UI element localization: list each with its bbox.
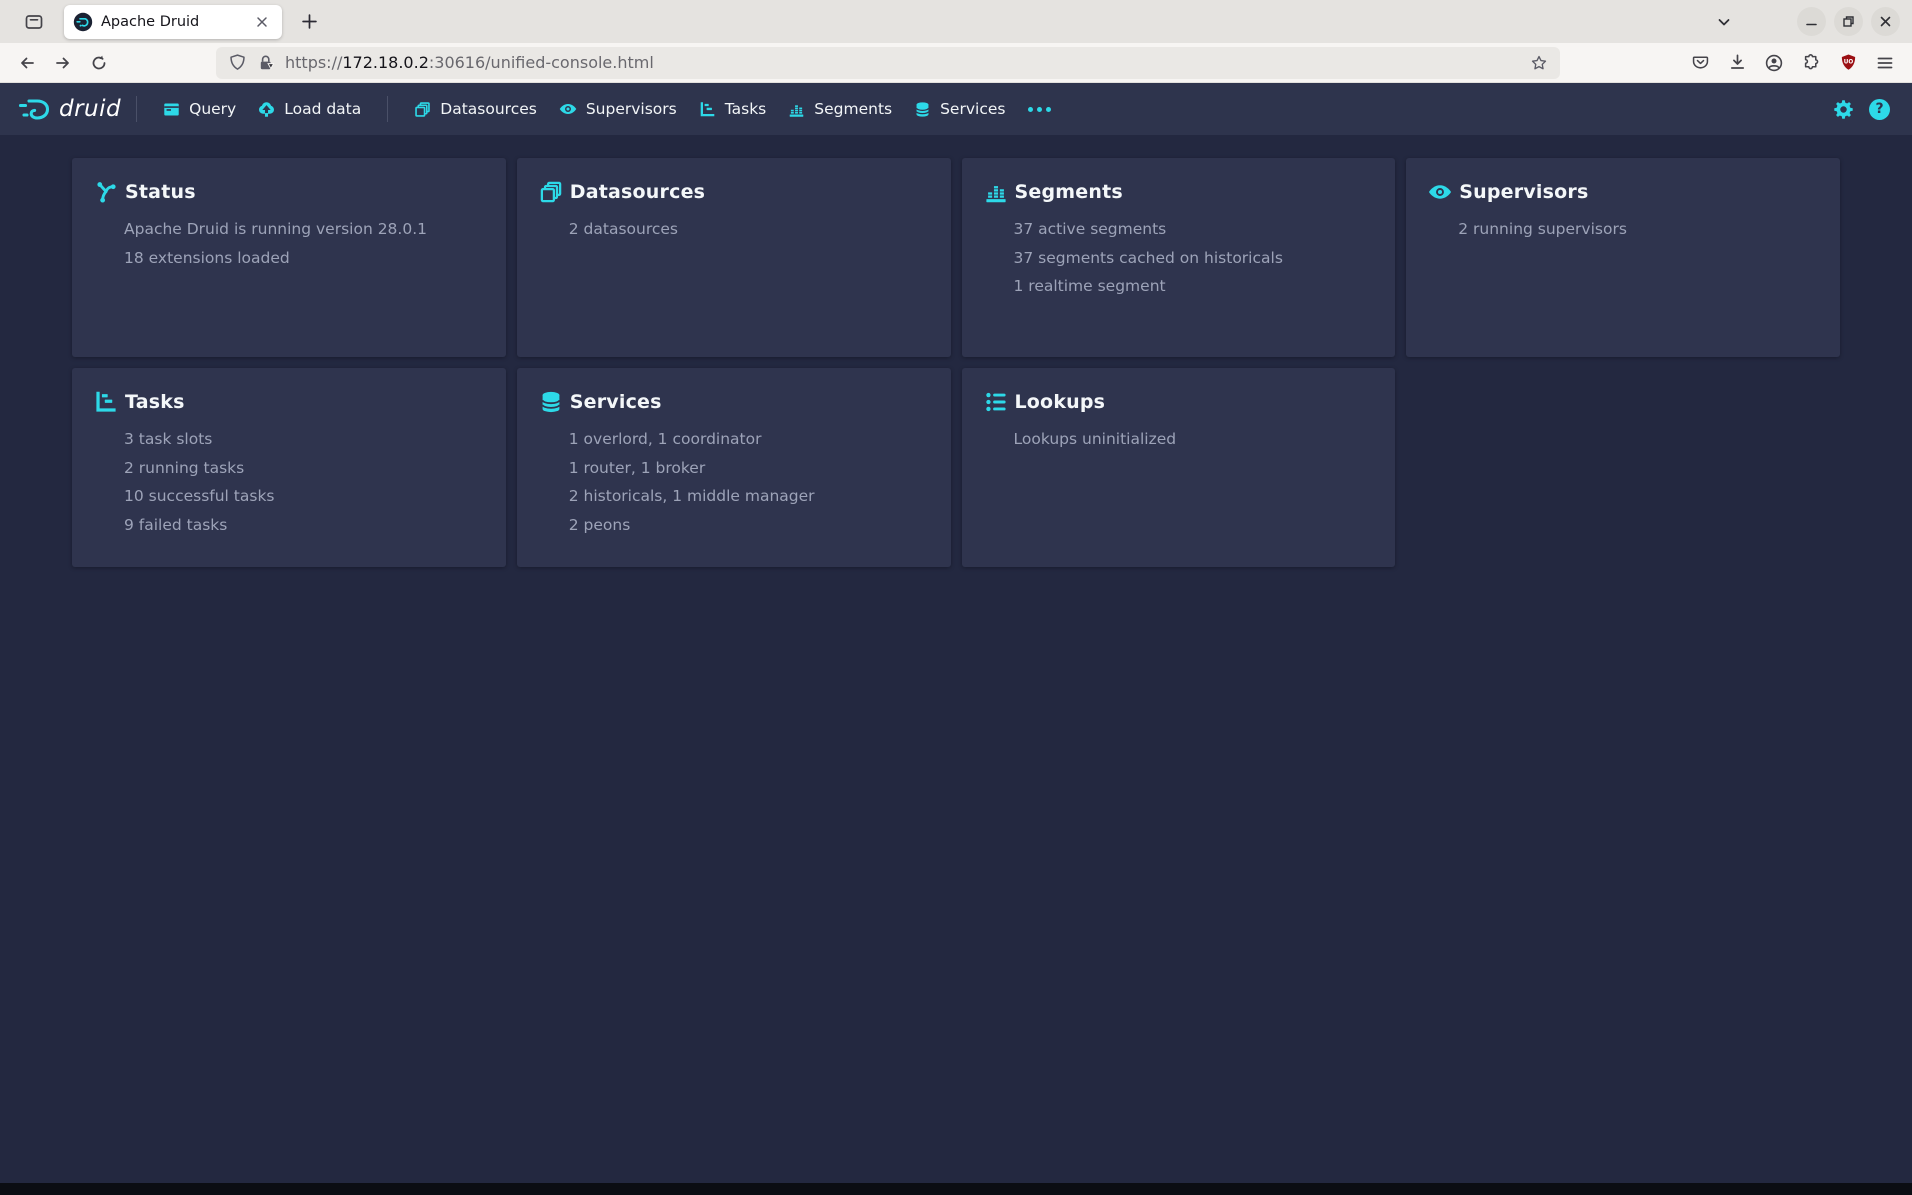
card-title: Lookups (1015, 391, 1106, 413)
nav-item-supervisors[interactable]: Supervisors (548, 83, 688, 135)
gantt-icon (94, 390, 118, 414)
tab-list-chevron-icon[interactable] (1711, 9, 1737, 35)
stacked-squares-icon (539, 180, 563, 204)
card-line: 1 router, 1 broker (539, 454, 937, 483)
url-text: https://172.18.0.2:30616/unified-console… (285, 53, 654, 72)
upload-icon (258, 101, 275, 118)
card-title: Datasources (570, 181, 705, 203)
navbar-divider (136, 96, 137, 122)
bookmark-star-icon[interactable] (1530, 54, 1548, 72)
forward-button[interactable] (48, 48, 78, 78)
nav-item-datasources[interactable]: Datasources (403, 83, 548, 135)
card-line: 37 active segments (984, 215, 1382, 244)
gear-icon[interactable] (1833, 99, 1854, 120)
card-datasources[interactable]: Datasources 2 datasources (517, 158, 951, 357)
nav-item-label: Segments (814, 100, 892, 118)
card-title: Status (125, 181, 196, 203)
druid-favicon-icon (73, 12, 93, 32)
properties-list-icon (984, 390, 1008, 414)
card-lookups[interactable]: Lookups Lookups uninitialized (962, 368, 1396, 567)
card-line: 2 historicals, 1 middle manager (539, 482, 937, 511)
nav-item-label: Datasources (440, 100, 537, 118)
window-minimize-button[interactable] (1797, 7, 1826, 36)
card-line: 1 overlord, 1 coordinator (539, 425, 937, 454)
card-title: Supervisors (1459, 181, 1588, 203)
browser-tab[interactable]: Apache Druid (64, 5, 282, 39)
pocket-icon[interactable] (1685, 48, 1715, 78)
eye-icon (559, 100, 577, 118)
card-line: 2 running tasks (94, 454, 492, 483)
reload-button[interactable] (84, 48, 114, 78)
fork-icon (94, 180, 118, 204)
window-close-button[interactable] (1871, 7, 1900, 36)
window-restore-button[interactable] (1834, 7, 1863, 36)
navbar-divider (387, 96, 388, 122)
application-icon (163, 101, 180, 118)
card-line: Apache Druid is running version 28.0.1 (94, 215, 492, 244)
new-tab-button[interactable] (294, 7, 324, 37)
druid-wordmark: druid (59, 96, 121, 122)
gantt-icon (699, 101, 716, 118)
card-line: 37 segments cached on historicals (984, 244, 1382, 273)
lock-warning-icon[interactable] (256, 53, 276, 73)
stacked-squares-icon (414, 101, 431, 118)
card-line: Lookups uninitialized (984, 425, 1382, 454)
browser-toolbar: https://172.18.0.2:30616/unified-console… (0, 43, 1912, 83)
card-line: 18 extensions loaded (94, 244, 492, 273)
nav-item-query[interactable]: Query (152, 83, 247, 135)
tab-close-icon[interactable] (251, 11, 273, 33)
druid-navbar: druid Query Load data Datasources (0, 83, 1912, 135)
bar-chart-icon (984, 180, 1008, 204)
card-line: 1 realtime segment (984, 272, 1382, 301)
tab-title: Apache Druid (101, 14, 243, 30)
eye-icon (1428, 180, 1452, 204)
card-services[interactable]: Services 1 overlord, 1 coordinator 1 rou… (517, 368, 951, 567)
bottom-bar (0, 1183, 1912, 1195)
browser-titlebar: Apache Druid (0, 0, 1912, 43)
card-line: 9 failed tasks (94, 511, 492, 540)
ublock-icon[interactable]: UO (1833, 48, 1863, 78)
nav-item-segments[interactable]: Segments (777, 83, 903, 135)
account-icon[interactable] (1759, 48, 1789, 78)
svg-text:UO: UO (1843, 59, 1853, 65)
database-icon (539, 390, 563, 414)
menu-hamburger-icon[interactable] (1870, 48, 1900, 78)
back-button[interactable] (12, 48, 42, 78)
nav-item-services[interactable]: Services (903, 83, 1016, 135)
nav-item-label: Query (189, 100, 236, 118)
card-line: 2 peons (539, 511, 937, 540)
extensions-puzzle-icon[interactable] (1796, 48, 1826, 78)
nav-item-tasks[interactable]: Tasks (688, 83, 778, 135)
card-line: 10 successful tasks (94, 482, 492, 511)
more-icon[interactable] (1016, 83, 1063, 135)
nav-item-label: Tasks (725, 100, 767, 118)
nav-item-label: Services (940, 100, 1005, 118)
nav-item-load-data[interactable]: Load data (247, 83, 372, 135)
nav-item-label: Supervisors (586, 100, 677, 118)
card-line: 2 running supervisors (1428, 215, 1826, 244)
druid-logo[interactable]: druid (16, 94, 121, 124)
druid-logo-icon (16, 94, 54, 124)
tracking-shield-icon[interactable] (228, 53, 247, 72)
url-bar[interactable]: https://172.18.0.2:30616/unified-console… (216, 47, 1560, 79)
card-segments[interactable]: Segments 37 active segments 37 segments … (962, 158, 1396, 357)
firefox-view-icon[interactable] (18, 6, 50, 38)
nav-item-label: Load data (284, 100, 361, 118)
help-icon[interactable]: ? (1869, 99, 1890, 120)
card-title: Segments (1015, 181, 1123, 203)
card-supervisors[interactable]: Supervisors 2 running supervisors (1406, 158, 1840, 357)
home-view: Status Apache Druid is running version 2… (0, 135, 1912, 567)
card-line: 3 task slots (94, 425, 492, 454)
card-line: 2 datasources (539, 215, 937, 244)
card-title: Tasks (125, 391, 185, 413)
download-icon[interactable] (1722, 48, 1752, 78)
bar-chart-icon (788, 101, 805, 118)
card-status[interactable]: Status Apache Druid is running version 2… (72, 158, 506, 357)
database-icon (914, 101, 931, 118)
card-title: Services (570, 391, 662, 413)
card-tasks[interactable]: Tasks 3 task slots 2 running tasks 10 su… (72, 368, 506, 567)
